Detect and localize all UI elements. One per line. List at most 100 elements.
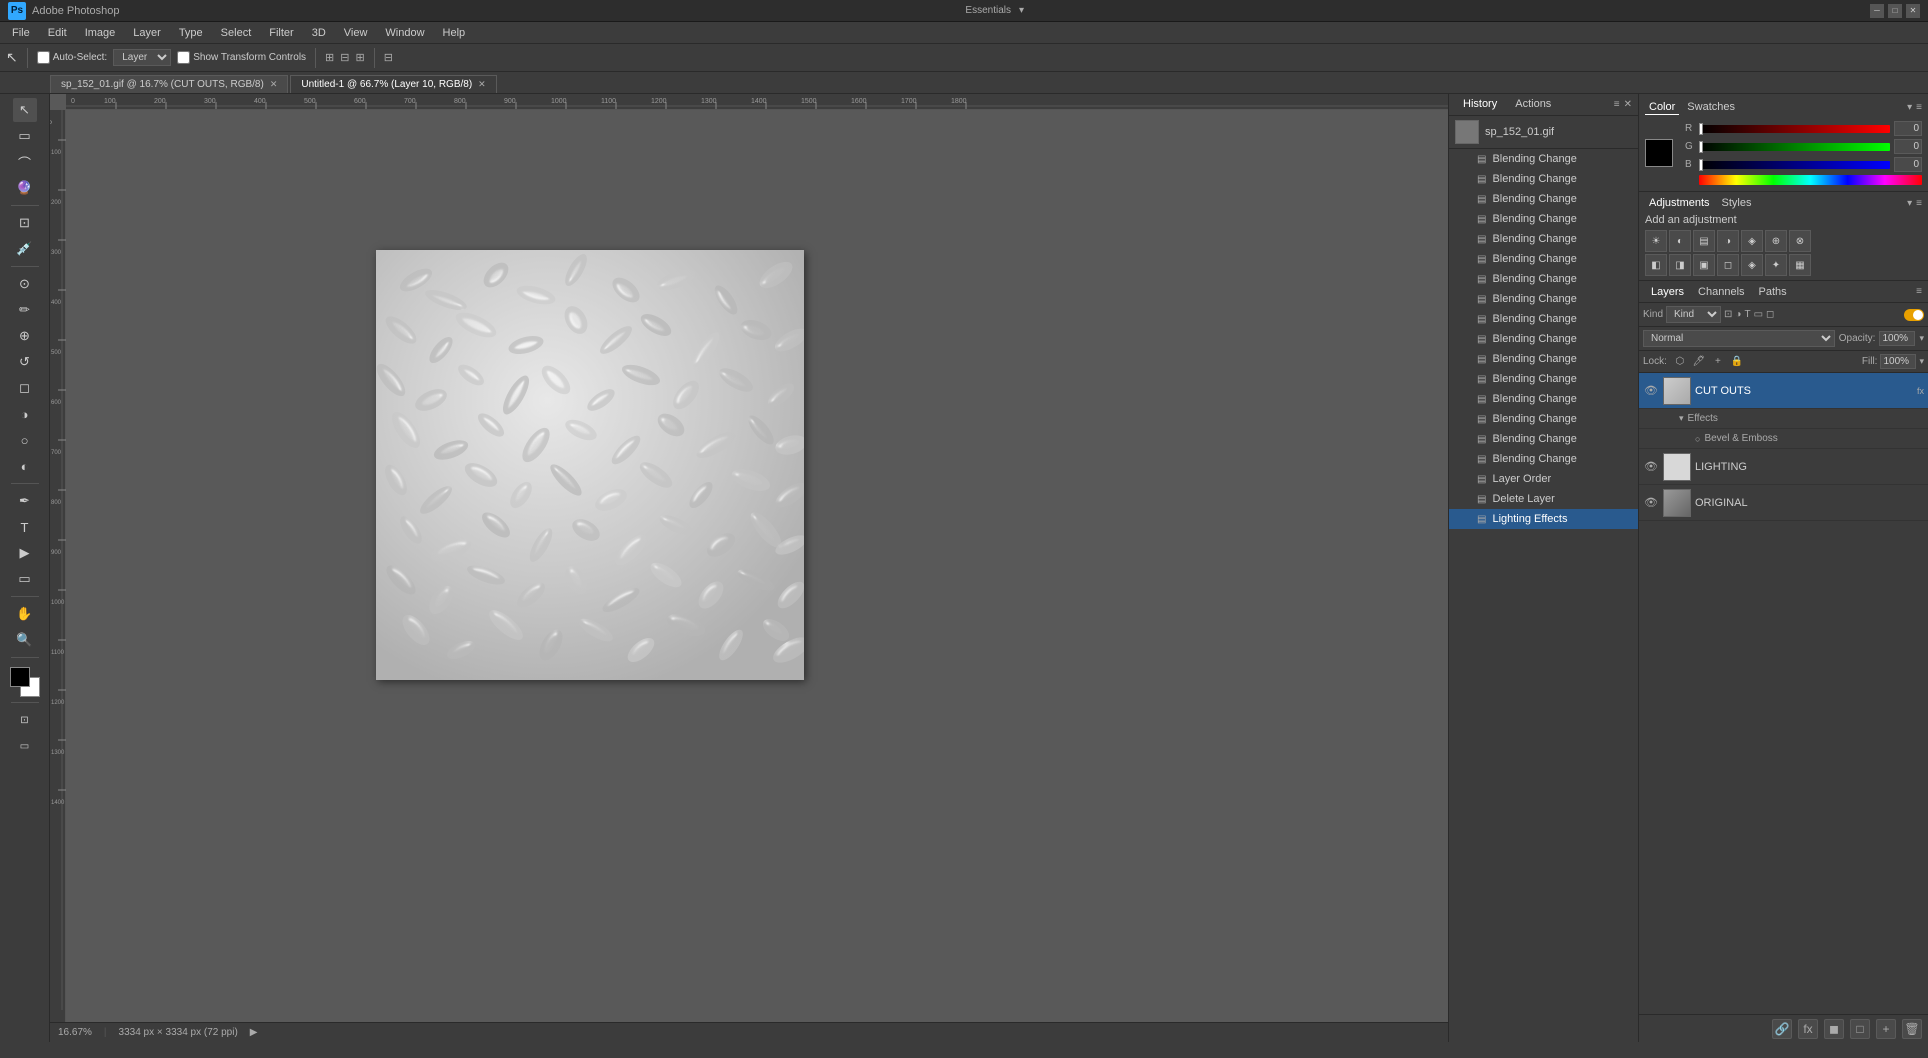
history-item-6[interactable]: ▤ Blending Change (1449, 269, 1638, 289)
r-value-input[interactable] (1894, 121, 1922, 136)
b-value-input[interactable] (1894, 157, 1922, 172)
panel-menu-icon[interactable]: ≡ (1614, 99, 1620, 110)
blend-mode-select[interactable]: Normal Multiply Screen Overlay (1643, 330, 1835, 347)
close-tab-untitled[interactable]: ✕ (478, 79, 486, 90)
crop-tool[interactable]: ⊡ (13, 211, 37, 235)
quick-select-tool[interactable]: 🔮 (13, 176, 37, 200)
menu-3d[interactable]: 3D (304, 25, 334, 41)
history-item-13[interactable]: ▤ Blending Change (1449, 409, 1638, 429)
adj-colorlookup-btn[interactable]: ▣ (1693, 254, 1715, 276)
adj-brightness-btn[interactable]: ☀ (1645, 230, 1667, 252)
close-tab-sp152[interactable]: ✕ (270, 79, 278, 90)
adj-photofilter-btn[interactable]: ◧ (1645, 254, 1667, 276)
menu-image[interactable]: Image (77, 25, 124, 41)
brush-tool[interactable]: ✏ (13, 298, 37, 322)
quick-mask-mode[interactable]: ⊡ (13, 708, 37, 732)
b-slider[interactable] (1699, 161, 1890, 169)
history-item-4[interactable]: ▤ Blending Change (1449, 229, 1638, 249)
hand-tool[interactable]: ✋ (13, 602, 37, 626)
adj-curves-btn[interactable]: ▤ (1693, 230, 1715, 252)
layers-tab[interactable]: Layers (1645, 284, 1690, 300)
fill-arrow-icon[interactable]: ▾ (1919, 356, 1924, 367)
history-item-8[interactable]: ▤ Blending Change (1449, 309, 1638, 329)
doc-tab-sp152[interactable]: sp_152_01.gif @ 16.7% (CUT OUTS, RGB/8) … (50, 75, 288, 93)
history-item-2[interactable]: ▤ Blending Change (1449, 189, 1638, 209)
filter-shape-icon[interactable]: ▭ (1754, 309, 1763, 320)
menu-window[interactable]: Window (377, 25, 432, 41)
history-item-10[interactable]: ▤ Blending Change (1449, 349, 1638, 369)
foreground-color-swatch[interactable] (10, 667, 30, 687)
delete-layer-btn[interactable]: 🗑 (1902, 1019, 1922, 1039)
filter-adj-icon[interactable]: ◑ (1735, 309, 1741, 320)
adj-channelmix-btn[interactable]: ◨ (1669, 254, 1691, 276)
panel-collapse-icon[interactable]: ▾ (1907, 102, 1912, 113)
history-tab[interactable]: History (1455, 96, 1505, 114)
doc-tab-untitled[interactable]: Untitled-1 @ 66.7% (Layer 10, RGB/8) ✕ (290, 75, 496, 93)
styles-tab[interactable]: Styles (1718, 196, 1756, 210)
gradient-tool[interactable]: ◑ (13, 402, 37, 426)
color-swatch[interactable] (1645, 139, 1673, 167)
layer-select[interactable]: Layer Group (113, 49, 171, 66)
menu-view[interactable]: View (336, 25, 376, 41)
g-slider[interactable] (1699, 143, 1890, 151)
filter-toggle[interactable] (1904, 309, 1924, 321)
history-item-9[interactable]: ▤ Blending Change (1449, 329, 1638, 349)
layer-visibility-cut-outs[interactable]: 👁 (1643, 383, 1659, 399)
canvas-area[interactable]: 0 100 200 300 400 500 600 700 80 (50, 94, 1448, 1042)
shape-tool[interactable]: ▭ (13, 567, 37, 591)
layers-menu-icon[interactable]: ≡ (1916, 286, 1922, 297)
distribute-icon[interactable]: ⊟ (384, 51, 393, 64)
dodge-tool[interactable]: ◐ (13, 454, 37, 478)
eyedropper-tool[interactable]: 💉 (13, 237, 37, 261)
blur-tool[interactable]: ○ (13, 428, 37, 452)
filter-pixel-icon[interactable]: ⊡ (1724, 309, 1732, 320)
panel-close-icon[interactable]: ✕ (1624, 99, 1632, 110)
menu-type[interactable]: Type (171, 25, 211, 41)
paths-tab[interactable]: Paths (1753, 284, 1793, 300)
adj-collapse-icon[interactable]: ▾ (1907, 198, 1912, 209)
adj-colorbalance-btn[interactable]: ⊗ (1789, 230, 1811, 252)
history-item-15[interactable]: ▤ Blending Change (1449, 449, 1638, 469)
workspace-selector[interactable]: Essentials (965, 5, 1011, 16)
spectrum-slider[interactable] (1699, 175, 1922, 185)
history-item-16[interactable]: ▤ Layer Order (1449, 469, 1638, 489)
layer-fx-cut-outs[interactable]: fx (1917, 386, 1924, 396)
opacity-arrow-icon[interactable]: ▾ (1919, 333, 1924, 344)
status-arrow[interactable]: ▶ (250, 1027, 258, 1038)
adj-posterize-btn[interactable]: ◈ (1741, 254, 1763, 276)
history-item-17[interactable]: ▤ Delete Layer (1449, 489, 1638, 509)
layer-original[interactable]: 👁 ORIGINAL (1639, 485, 1928, 521)
history-item-3[interactable]: ▤ Blending Change (1449, 209, 1638, 229)
menu-filter[interactable]: Filter (261, 25, 301, 41)
adj-menu-icon[interactable]: ≡ (1916, 198, 1922, 209)
align-center-icon[interactable]: ⊟ (340, 51, 349, 64)
layer-cut-outs[interactable]: 👁 CUT OUTS fx (1639, 373, 1928, 409)
history-scroll[interactable]: ▤ Blending Change ▤ Blending Change ▤ Bl… (1449, 149, 1638, 1042)
selection-tool[interactable]: ▭ (13, 124, 37, 148)
adj-vibrance-btn[interactable]: ◈ (1741, 230, 1763, 252)
move-tool[interactable]: ↖ (13, 98, 37, 122)
path-select-tool[interactable]: ▶ (13, 541, 37, 565)
history-item-7[interactable]: ▤ Blending Change (1449, 289, 1638, 309)
add-mask-btn[interactable]: ◼ (1824, 1019, 1844, 1039)
clone-tool[interactable]: ⊕ (13, 324, 37, 348)
history-item-0[interactable]: ▤ Blending Change (1449, 149, 1638, 169)
canvas-content[interactable] (66, 110, 1448, 1042)
adj-exposure-btn[interactable]: ◑ (1717, 230, 1739, 252)
history-item-14[interactable]: ▤ Blending Change (1449, 429, 1638, 449)
history-item-5[interactable]: ▤ Blending Change (1449, 249, 1638, 269)
actions-tab[interactable]: Actions (1507, 96, 1559, 114)
close-button[interactable]: ✕ (1906, 4, 1920, 18)
layer-visibility-lighting[interactable]: 👁 (1643, 459, 1659, 475)
swatches-tab[interactable]: Swatches (1683, 100, 1739, 115)
change-screen-mode[interactable]: ▭ (13, 734, 37, 758)
channels-tab[interactable]: Channels (1692, 284, 1750, 300)
fill-input[interactable] (1880, 354, 1916, 369)
new-group-btn[interactable]: □ (1850, 1019, 1870, 1039)
bevel-emboss-row[interactable]: ○ Bevel & Emboss (1639, 429, 1928, 449)
link-layers-btn[interactable]: 🔗 (1772, 1019, 1792, 1039)
history-item-18[interactable]: ▤ Lighting Effects (1449, 509, 1638, 529)
align-left-icon[interactable]: ⊞ (325, 51, 334, 64)
eraser-tool[interactable]: ◻ (13, 376, 37, 400)
history-item-11[interactable]: ▤ Blending Change (1449, 369, 1638, 389)
